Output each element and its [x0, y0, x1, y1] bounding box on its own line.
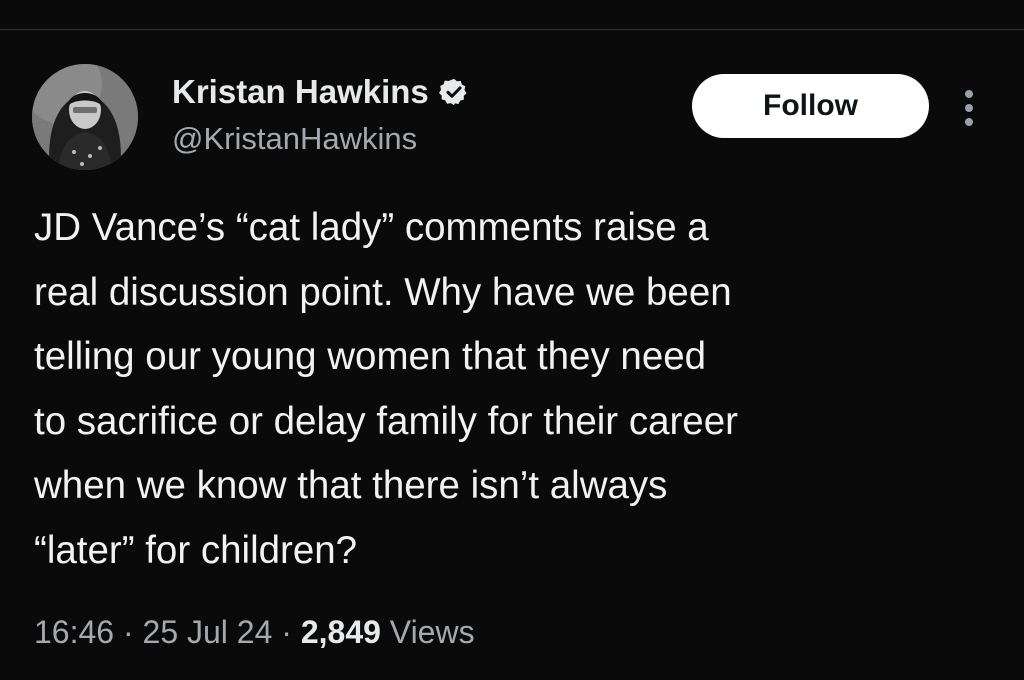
- avatar-image: [32, 64, 138, 170]
- author-handle[interactable]: @KristanHawkins: [172, 120, 417, 158]
- views-label[interactable]: Views: [390, 614, 475, 650]
- display-name-row: Kristan Hawkins: [172, 72, 469, 112]
- divider: [0, 29, 1024, 30]
- tweet-meta: 16:46 · 25 Jul 24 · 2,849 Views: [34, 612, 475, 652]
- verified-badge-icon[interactable]: [438, 77, 469, 107]
- follow-button[interactable]: Follow: [692, 74, 929, 138]
- more-dot: [965, 90, 973, 98]
- tweet-date[interactable]: 25 Jul 24: [143, 614, 273, 650]
- tweet-text: JD Vance’s “cat lady” comments raise a r…: [34, 206, 738, 572]
- display-name[interactable]: Kristan Hawkins: [172, 72, 429, 112]
- more-vertical-icon[interactable]: [954, 86, 984, 130]
- tweet-card: Kristan Hawkins @KristanHawkins Follow J…: [0, 0, 1024, 680]
- avatar[interactable]: [32, 64, 138, 170]
- meta-separator: ·: [281, 614, 292, 650]
- more-dot: [965, 118, 973, 126]
- views-count[interactable]: 2,849: [301, 614, 381, 650]
- meta-separator: ·: [122, 614, 134, 650]
- more-dot: [965, 104, 973, 112]
- tweet-time[interactable]: 16:46: [34, 614, 114, 650]
